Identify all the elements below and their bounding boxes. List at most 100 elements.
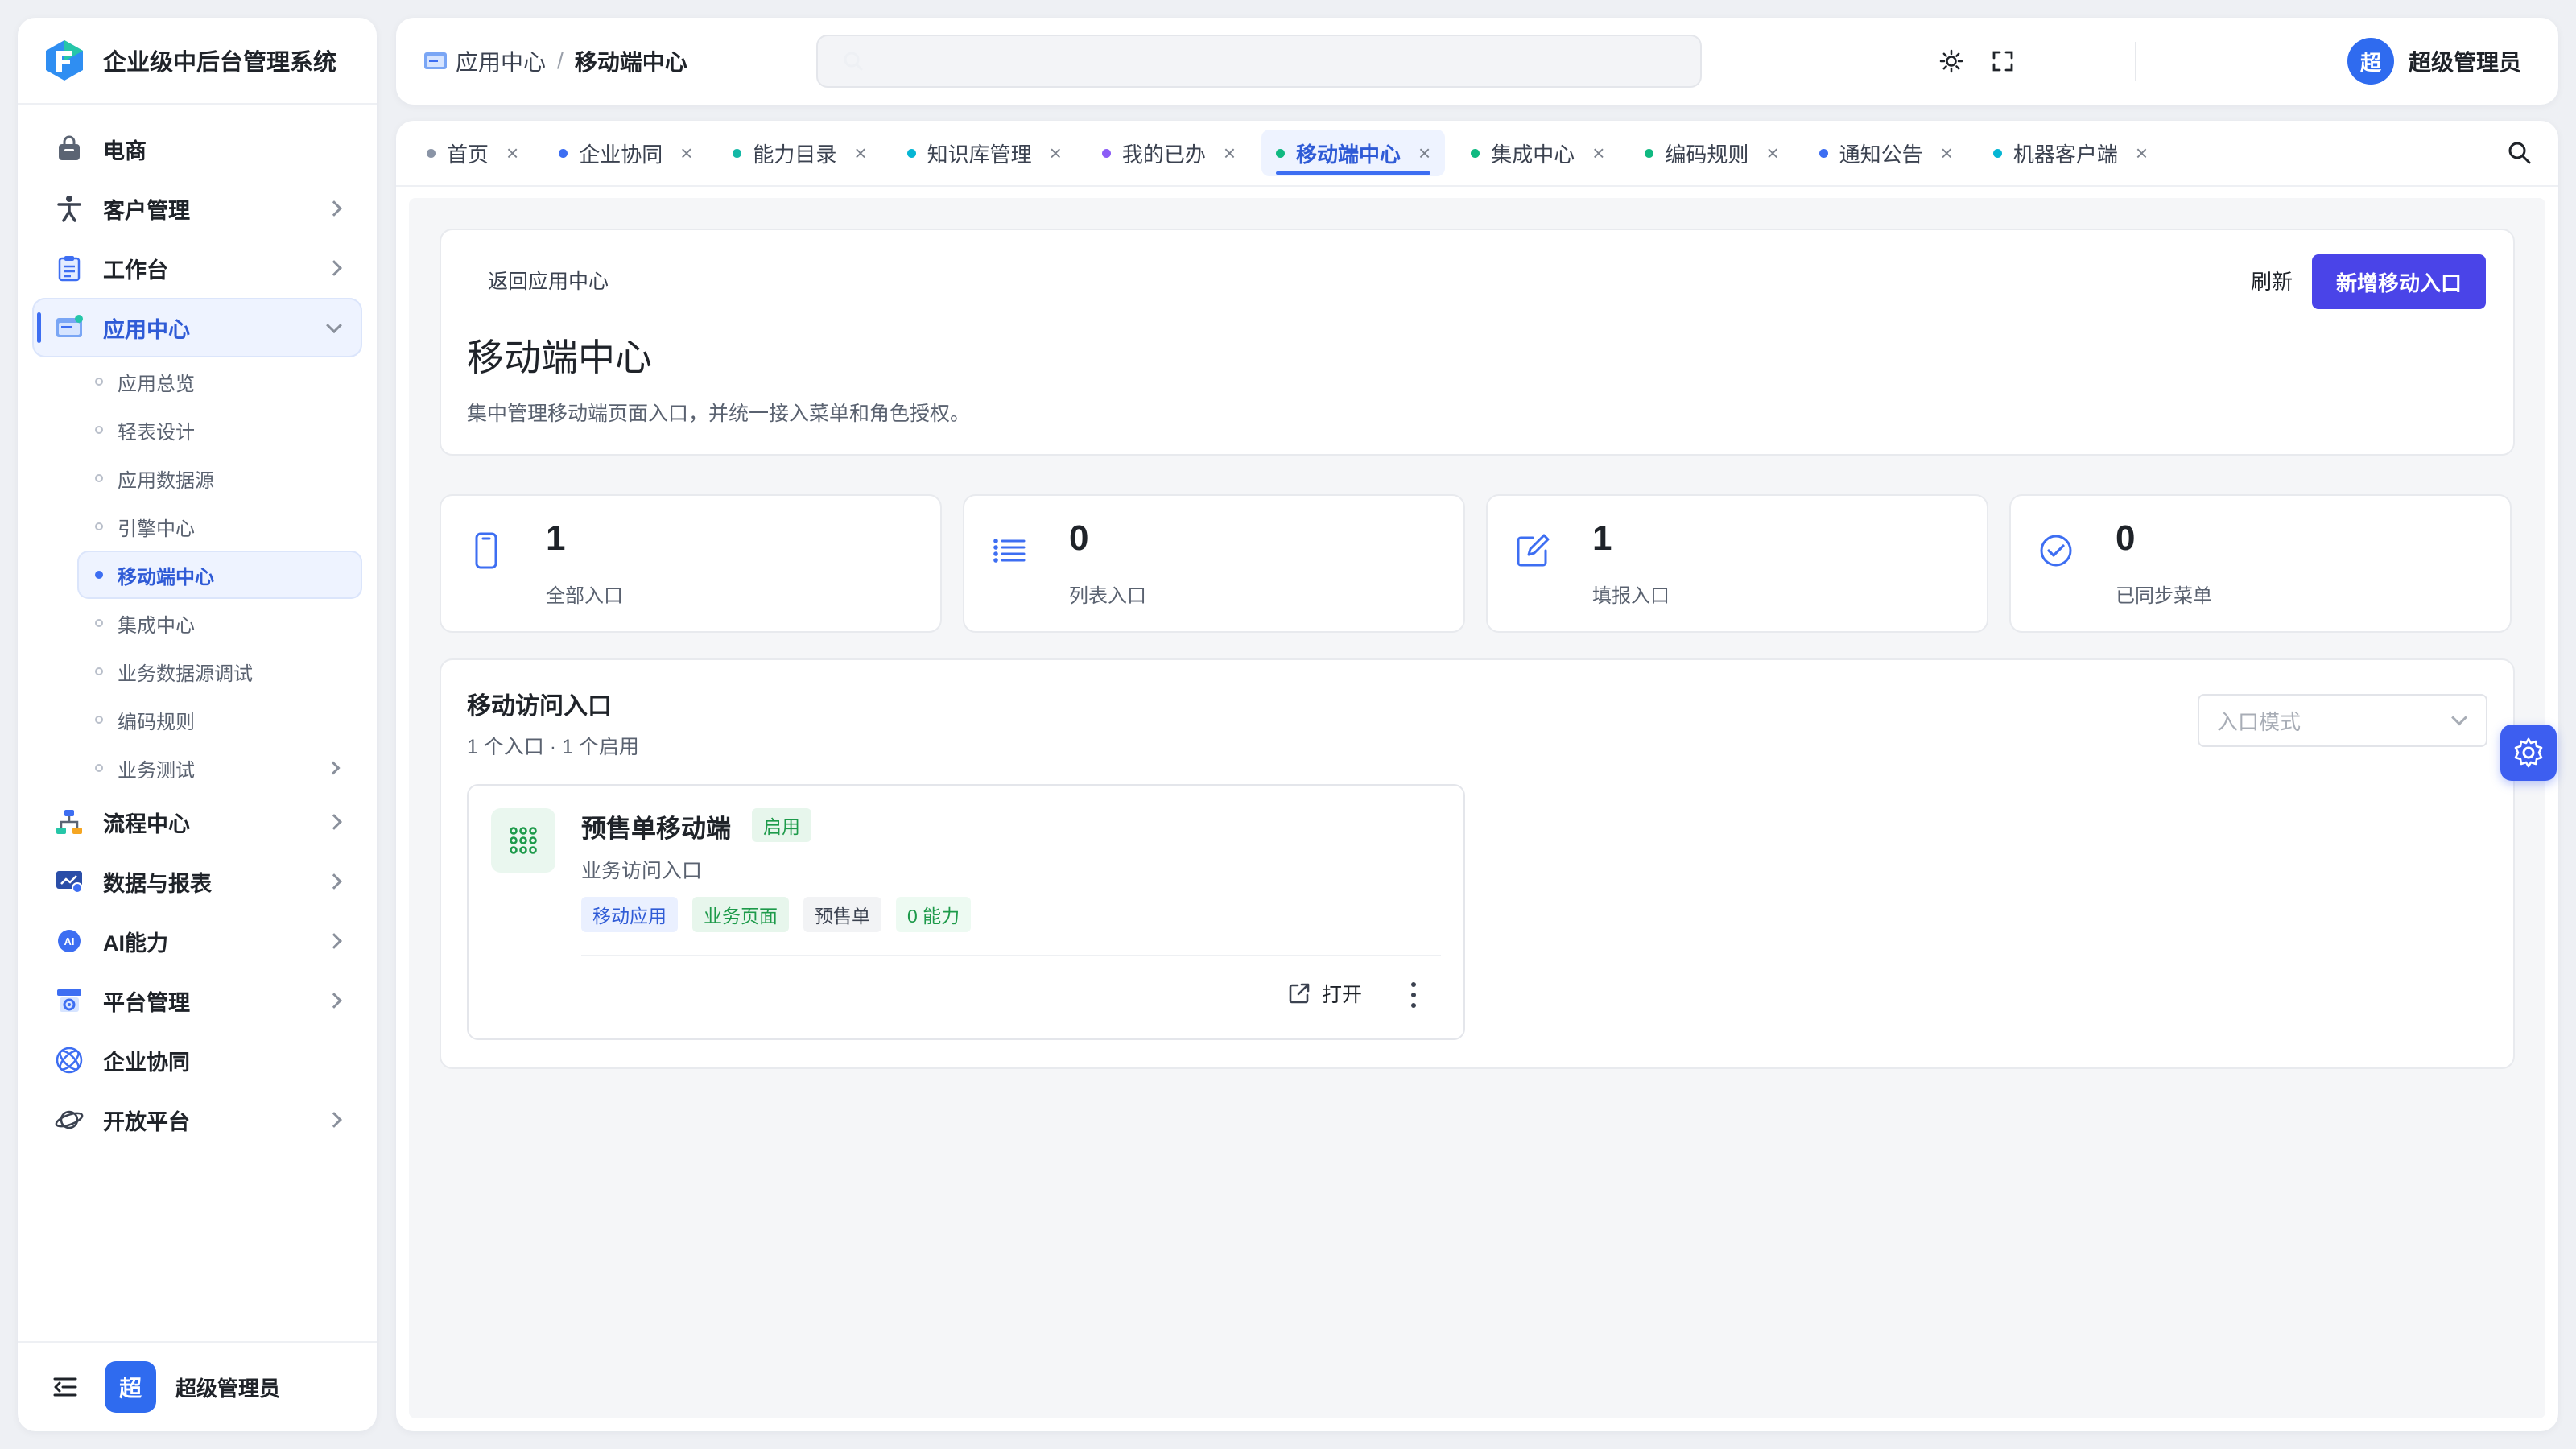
tab-my-done[interactable]: 我的已办 × xyxy=(1088,130,1250,176)
header-divider xyxy=(2135,42,2136,80)
tab-status-dot xyxy=(906,148,916,158)
bullet-icon xyxy=(95,716,103,724)
close-icon[interactable]: × xyxy=(1418,142,1430,163)
tab-label: 能力目录 xyxy=(753,142,837,167)
refresh-button[interactable]: 刷新 xyxy=(2251,266,2293,295)
avatar[interactable]: 超 xyxy=(105,1361,156,1413)
close-icon[interactable]: × xyxy=(1050,142,1062,163)
close-icon[interactable]: × xyxy=(1224,142,1236,163)
submenu-item-label: 应用数据源 xyxy=(118,469,214,492)
more-vertical-icon[interactable] xyxy=(1406,977,1422,1013)
tab-home[interactable]: 首页 × xyxy=(412,130,533,176)
sidebar-item-label: 平台管理 xyxy=(103,990,190,1015)
tab-status-dot xyxy=(1101,148,1111,158)
bullet-icon xyxy=(95,571,103,579)
breadcrumb: 应用中心 / 移动端中心 xyxy=(396,45,816,77)
collaboration-icon xyxy=(53,1044,85,1076)
tab-label: 集成中心 xyxy=(1491,142,1575,167)
close-icon[interactable]: × xyxy=(680,142,692,163)
search-icon[interactable] xyxy=(2505,138,2534,167)
tab-status-dot xyxy=(559,148,568,158)
sidebar-item-data-reports[interactable]: 数据与报表 xyxy=(32,852,362,911)
sidebar-item-open-platform[interactable]: 开放平台 xyxy=(32,1090,362,1150)
sidebar-item-workbench[interactable]: 工作台 xyxy=(32,238,362,298)
back-link[interactable]: 返回应用中心 xyxy=(488,266,609,295)
close-icon[interactable]: × xyxy=(1941,142,1953,163)
sidebar-item-label: 开放平台 xyxy=(103,1109,190,1134)
tag: 预售单 xyxy=(803,897,881,932)
tab-status-dot xyxy=(1992,148,2002,158)
chevron-right-icon xyxy=(326,993,342,1009)
sidebar: 企业级中后台管理系统 电商 客户管理 工作台 应用中心 应用总览 轻表设计 应用… xyxy=(18,18,377,1431)
close-icon[interactable]: × xyxy=(854,142,866,163)
stat-card-list: 0 列表入口 xyxy=(963,494,1465,633)
sidebar-item-app-center[interactable]: 应用中心 xyxy=(32,298,362,357)
shopping-bag-icon xyxy=(53,133,85,165)
grid-apps-icon xyxy=(491,808,555,873)
tab-collaboration[interactable]: 企业协同 × xyxy=(544,130,707,176)
ai-icon: AI xyxy=(53,925,85,957)
chevron-down-icon xyxy=(326,317,342,334)
sidebar-item-customers[interactable]: 客户管理 xyxy=(32,179,362,238)
tab-label: 移动端中心 xyxy=(1296,142,1402,167)
search-icon xyxy=(844,52,863,71)
list-icon xyxy=(989,530,1030,572)
entry-mode-select[interactable]: 入口模式 xyxy=(2198,694,2487,747)
entry-card[interactable]: 预售单移动端 启用 业务访问入口 移动应用 业务页面 预售单 0 能力 打开 xyxy=(467,784,1465,1040)
tab-knowledge-base[interactable]: 知识库管理 × xyxy=(893,130,1076,176)
breadcrumb-parent[interactable]: 应用中心 xyxy=(456,45,546,77)
add-mobile-entry-button[interactable]: 新增移动入口 xyxy=(2312,254,2486,309)
page-title: 移动端中心 xyxy=(467,336,652,378)
settings-gear-button[interactable] xyxy=(2500,724,2557,781)
stat-label: 已同步菜单 xyxy=(2116,585,2212,607)
section-title: 移动访问入口 xyxy=(467,693,612,720)
bullet-icon xyxy=(95,619,103,627)
close-icon[interactable]: × xyxy=(506,142,518,163)
submenu-item-app-overview[interactable]: 应用总览 xyxy=(77,357,362,406)
collapse-menu-icon[interactable] xyxy=(52,1373,79,1401)
submenu-item-business-test[interactable]: 业务测试 xyxy=(77,744,362,792)
theme-toggle-sun-icon[interactable] xyxy=(1935,45,1967,77)
close-icon[interactable]: × xyxy=(1592,142,1604,163)
sidebar-item-ai[interactable]: AI AI能力 xyxy=(32,911,362,971)
fullscreen-icon[interactable] xyxy=(1987,45,2019,77)
chevron-right-icon xyxy=(326,1112,342,1128)
sidebar-footer: 超 超级管理员 xyxy=(18,1341,377,1431)
header-user-menu[interactable]: 超 超级管理员 xyxy=(2347,38,2521,85)
sidebar-item-label: 企业协同 xyxy=(103,1050,190,1075)
submenu-item-datasource-debug[interactable]: 业务数据源调试 xyxy=(77,647,362,696)
header-username: 超级管理员 xyxy=(2409,50,2522,75)
bullet-icon xyxy=(95,378,103,386)
tag: 移动应用 xyxy=(581,897,678,932)
sidebar-item-label: 应用中心 xyxy=(103,317,190,342)
open-entry-button[interactable]: 打开 xyxy=(1286,979,1362,1008)
chevron-right-icon xyxy=(326,873,342,890)
tab-mobile-center[interactable]: 移动端中心 × xyxy=(1261,130,1446,176)
chevron-right-icon xyxy=(326,200,342,217)
page-content: 返回应用中心 移动端中心 集中管理移动端页面入口，并统一接入菜单和角色授权。 刷… xyxy=(409,198,2545,1418)
global-search-input[interactable] xyxy=(816,35,1702,88)
submenu-item-coding-rules[interactable]: 编码规则 xyxy=(77,696,362,744)
tab-notices[interactable]: 通知公告 × xyxy=(1805,130,1967,176)
submenu-item-engine-center[interactable]: 引擎中心 xyxy=(77,502,362,551)
sidebar-item-ecommerce[interactable]: 电商 xyxy=(32,119,362,179)
sidebar-item-process-center[interactable]: 流程中心 xyxy=(32,792,362,852)
submenu-item-label: 引擎中心 xyxy=(118,518,195,540)
submenu-item-integration-center[interactable]: 集成中心 xyxy=(77,599,362,647)
close-icon[interactable]: × xyxy=(2136,142,2148,163)
sidebar-item-platform[interactable]: 平台管理 xyxy=(32,971,362,1030)
submenu-item-label: 集成中心 xyxy=(118,614,195,637)
submenu-item-light-form[interactable]: 轻表设计 xyxy=(77,406,362,454)
submenu-item-mobile-center[interactable]: 移动端中心 xyxy=(77,551,362,599)
tab-integration-center[interactable]: 集成中心 × xyxy=(1456,130,1619,176)
sidebar-item-collaboration[interactable]: 企业协同 xyxy=(32,1030,362,1090)
tab-robot-client[interactable]: 机器客户端 × xyxy=(1979,130,2162,176)
close-icon[interactable]: × xyxy=(1766,142,1778,163)
check-circle-icon xyxy=(2035,530,2077,572)
tab-status-dot xyxy=(733,148,742,158)
chevron-down-icon xyxy=(2451,709,2467,726)
submenu-item-app-datasource[interactable]: 应用数据源 xyxy=(77,454,362,502)
stat-value: 0 xyxy=(2116,518,2136,558)
tab-capability-catalog[interactable]: 能力目录 × xyxy=(718,130,881,176)
tab-coding-rules[interactable]: 编码规则 × xyxy=(1630,130,1793,176)
